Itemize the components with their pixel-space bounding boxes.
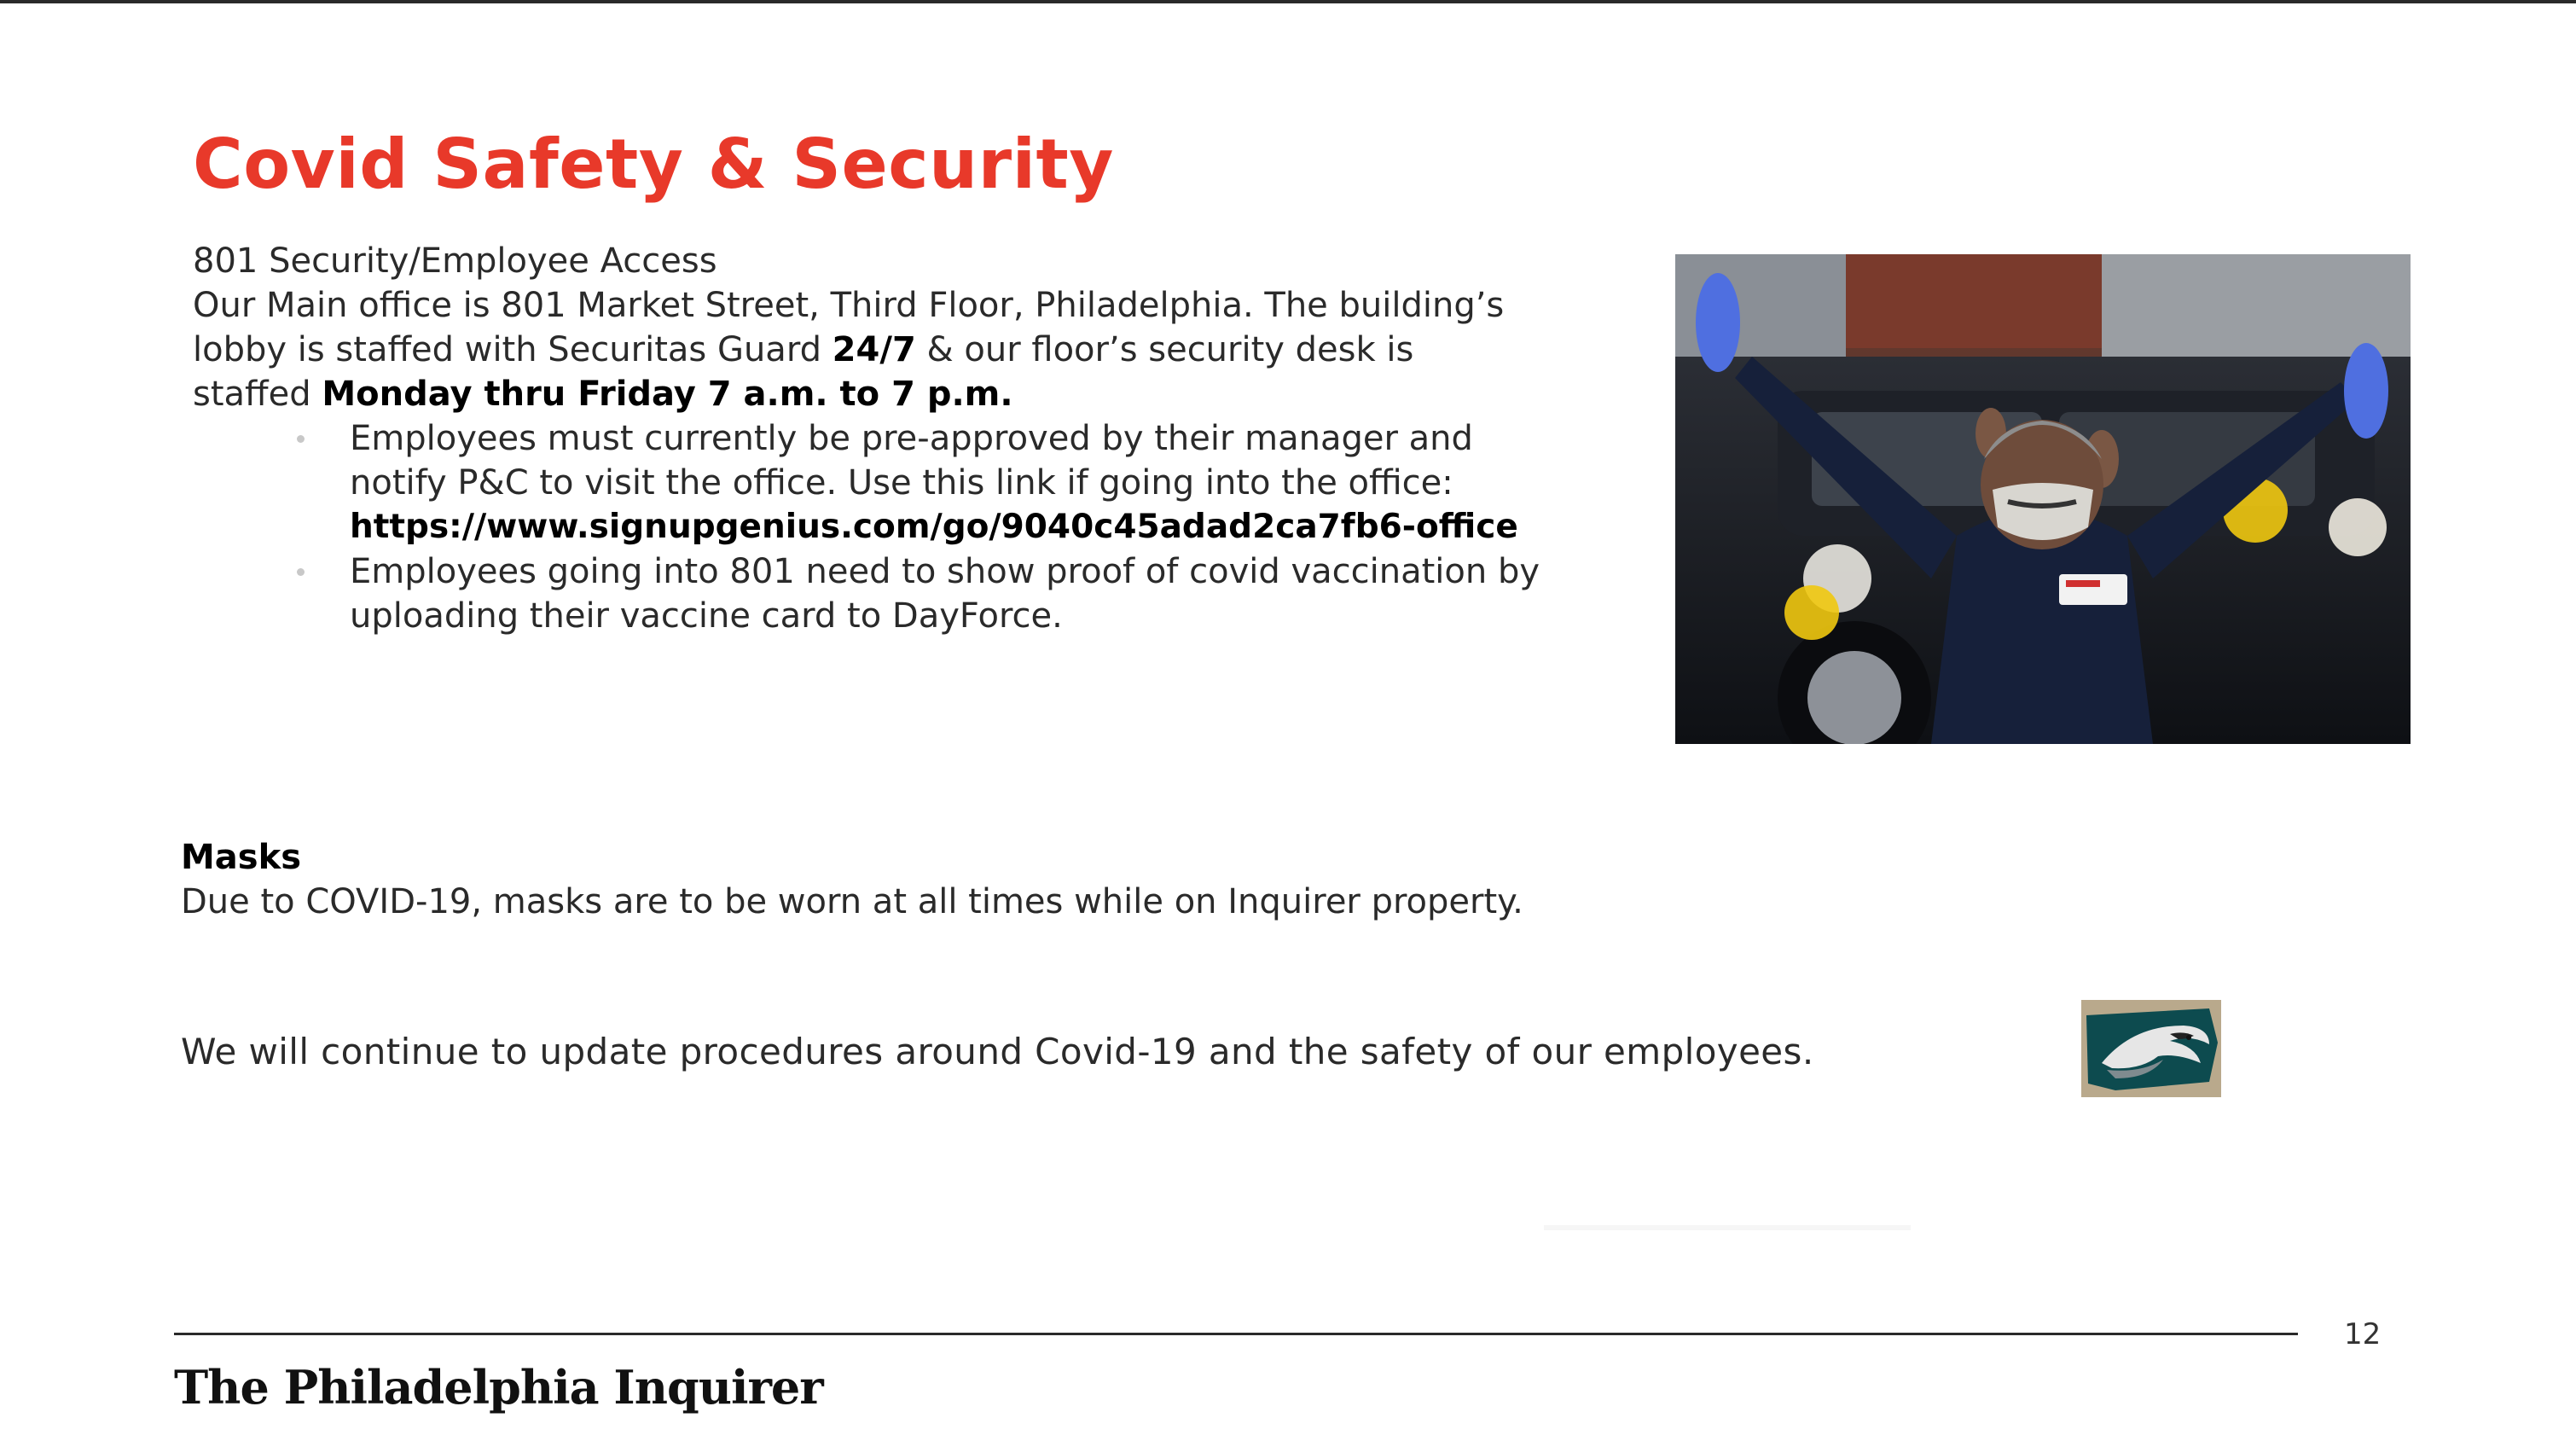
- bullet-2-line-1: Employees going into 801 need to show pr…: [350, 552, 1540, 591]
- bullet-1-line-1: Employees must currently be pre-approved…: [350, 419, 1473, 458]
- bullet-1-line-2: notify P&C to visit the office. Use this…: [350, 463, 1453, 503]
- eagles-logo-icon: [2081, 1000, 2221, 1097]
- intro-line-3-text-a: staffed: [193, 375, 322, 414]
- guard-hours: 24/7: [832, 330, 916, 369]
- intro-line-1: Our Main office is 801 Market Street, Th…: [193, 286, 1505, 325]
- slide: Covid Safety & Security 801 Security/Emp…: [0, 0, 2576, 1447]
- inquirer-logo: The Philadelphia Inquirer: [174, 1360, 824, 1415]
- desk-hours: Monday thru Friday 7 a.m. to 7 p.m.: [322, 375, 1013, 414]
- intro-line-2: lobby is staffed with Securitas Guard 24…: [193, 328, 1660, 372]
- intro-paragraph: 801 Security/Employee Access Our Main of…: [193, 239, 1660, 416]
- list-item: Employees going into 801 need to show pr…: [297, 549, 1680, 638]
- bullet-2-line-2: uploading their vaccine card to DayForce…: [350, 596, 1063, 636]
- intro-line-2-text-c: & our floor’s security desk is: [915, 330, 1414, 369]
- masks-text: Due to COVID-19, masks are to be worn at…: [181, 882, 1523, 921]
- intro-line-3: staffed Monday thru Friday 7 a.m. to 7 p…: [193, 372, 1660, 416]
- masks-heading: Masks: [181, 838, 302, 877]
- bullet-icon: [297, 435, 305, 443]
- page-number: 12: [2344, 1317, 2382, 1351]
- faint-artifact: [1544, 1225, 1911, 1230]
- top-divider: [0, 0, 2576, 3]
- update-text: We will continue to update procedures ar…: [181, 1031, 1814, 1072]
- signup-link[interactable]: https://www.signupgenius.com/go/9040c45a…: [350, 505, 1680, 549]
- security-guard-photo: [1675, 254, 2411, 744]
- bottom-divider: [174, 1333, 2298, 1335]
- slide-title: Covid Safety & Security: [193, 125, 1114, 204]
- bullet-list: Employees must currently be pre-approved…: [297, 416, 1680, 638]
- intro-line-2-text-a: lobby is staffed with Securitas Guard: [193, 330, 833, 369]
- bullet-icon: [297, 568, 305, 576]
- list-item: Employees must currently be pre-approved…: [297, 416, 1680, 549]
- intro-heading: 801 Security/Employee Access: [193, 241, 717, 281]
